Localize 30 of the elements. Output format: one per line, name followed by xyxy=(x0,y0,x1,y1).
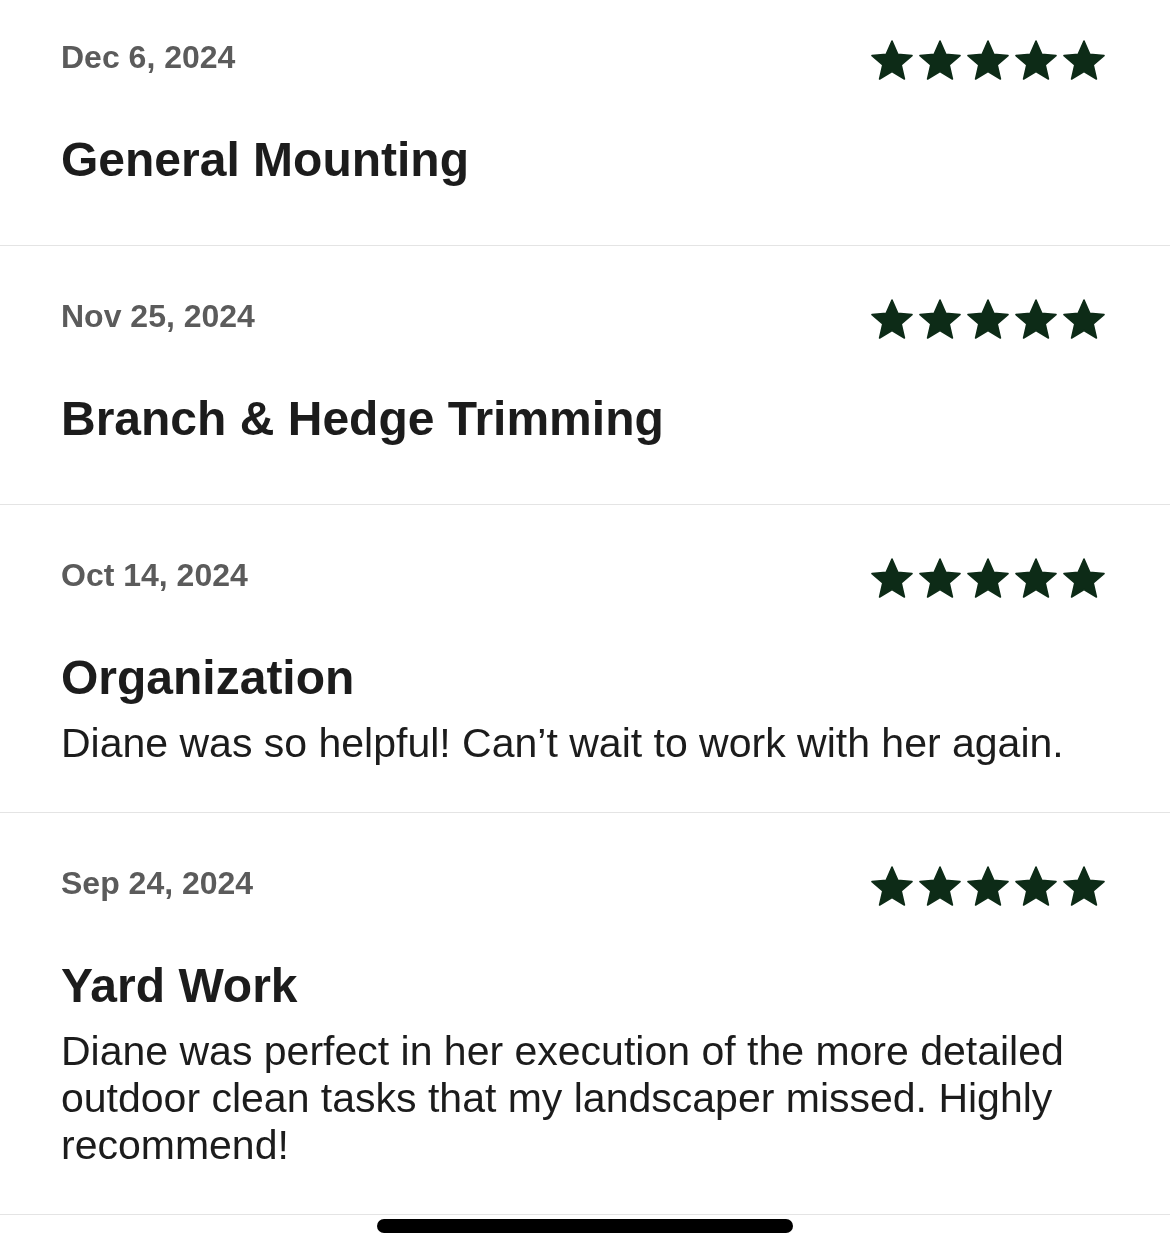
star-icon xyxy=(1062,558,1106,598)
star-icon xyxy=(870,558,914,598)
review-title: General Mounting xyxy=(61,132,469,188)
star-icon xyxy=(966,866,1010,906)
star-icon xyxy=(966,299,1010,339)
star-icon xyxy=(918,40,962,80)
review-date: Sep 24, 2024 xyxy=(61,865,254,901)
star-icon xyxy=(918,866,962,906)
star-icon xyxy=(870,866,914,906)
star-icon xyxy=(1014,558,1058,598)
review-date: Oct 14, 2024 xyxy=(61,557,248,593)
star-icon xyxy=(966,40,1010,80)
star-icon xyxy=(1014,866,1058,906)
review-date: Dec 6, 2024 xyxy=(61,39,236,75)
star-icon xyxy=(870,299,914,339)
star-icon xyxy=(870,40,914,80)
star-icon xyxy=(918,558,962,598)
star-icon xyxy=(1062,866,1106,906)
review-text: Diane was perfect in her execution of the more detailed outdoor clean tasks that my landscaper missed. Highly recommend! xyxy=(61,1028,1065,1169)
review-title: Branch & Hedge Trimming xyxy=(61,391,664,447)
star-icon xyxy=(1062,299,1106,339)
star-icon xyxy=(1014,299,1058,339)
review-date: Nov 25, 2024 xyxy=(61,298,255,334)
review-title: Yard Work xyxy=(61,958,298,1014)
review-text: Diane was so helpful! Can’t wait to work with her again. xyxy=(61,720,1065,767)
star-icon xyxy=(1062,40,1106,80)
star-icon xyxy=(1014,40,1058,80)
star-icon xyxy=(966,558,1010,598)
star-icon xyxy=(918,299,962,339)
review-title: Organization xyxy=(61,650,355,706)
